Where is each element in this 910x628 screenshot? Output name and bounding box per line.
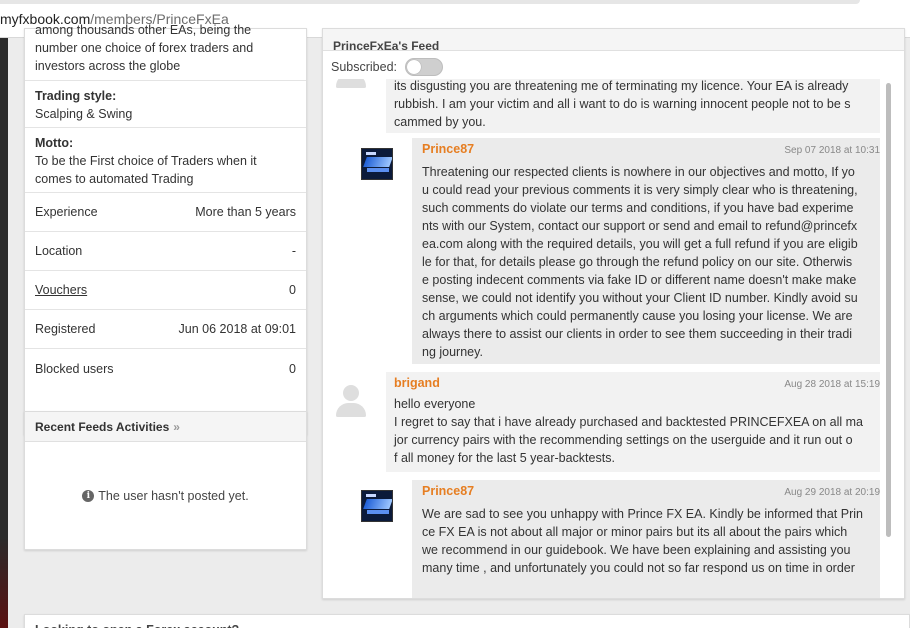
trading-style-row: Trading style: Scalping & Swing <box>25 81 306 128</box>
open-account-title: Looking to open a Forex account? <box>25 615 909 628</box>
window-edge-accent <box>0 538 8 628</box>
avatar[interactable] <box>334 384 368 418</box>
comments-list[interactable]: its disgusting you are threatening me of… <box>331 79 884 598</box>
comment-body: brigand Aug 28 2018 at 15:19 hello every… <box>386 372 880 472</box>
profile-description-text: among thousands other EAs, being the num… <box>35 23 254 73</box>
avatar <box>334 79 368 89</box>
comment-line: cammed by you. <box>394 115 486 129</box>
tab-strip <box>0 0 860 4</box>
comment-timestamp: Aug 29 2018 at 20:19 <box>784 487 880 498</box>
recent-feeds-title[interactable]: Recent Feeds Activities <box>35 420 169 434</box>
feed-panel: PrinceFxEa's Feed Subscribed: its disgus… <box>322 28 905 599</box>
info-icon: i <box>82 489 95 502</box>
reply-body: Prince87 Sep 07 2018 at 10:31 Threatenin… <box>412 138 880 364</box>
reply-item: Prince87 Aug 29 2018 at 20:19 We are sad… <box>331 480 884 598</box>
comment-line: nts with our System, contact our support… <box>422 219 858 233</box>
comment-line: ea.com along with the required details, … <box>422 237 858 251</box>
reply-item: Prince87 Sep 07 2018 at 10:31 Threatenin… <box>331 138 884 364</box>
subscribe-toggle[interactable] <box>405 58 444 76</box>
comment-text: We are sad to see you unhappy with Princ… <box>422 505 882 577</box>
location-value: - <box>291 244 296 258</box>
blocked-users-value: 0 <box>289 361 296 376</box>
recent-feeds-header[interactable]: Recent Feeds Activities » <box>25 412 306 442</box>
registered-row: Registered Jun 06 2018 at 09:01 <box>25 310 306 349</box>
comment-line: rubbish. I am your victim and all i want… <box>394 97 851 111</box>
profile-description: among thousands other EAs, being the num… <box>25 21 306 81</box>
registered-label: Registered <box>35 322 96 336</box>
trading-style-label: Trading style: <box>35 89 117 103</box>
comment-line: We are sad to see you unhappy with Princ… <box>422 507 863 521</box>
comment-timestamp: Sep 07 2018 at 10:31 <box>784 145 880 156</box>
location-label: Location <box>35 244 83 258</box>
comment-author-link[interactable]: Prince87 <box>422 484 474 498</box>
subscribe-row: Subscribed: <box>331 58 444 76</box>
comment-author-link[interactable]: brigand <box>394 376 440 390</box>
comment-line: ch arguments which could permanently cau… <box>422 309 853 323</box>
scrollbar-thumb[interactable] <box>886 83 891 537</box>
page-content[interactable]: among thousands other EAs, being the num… <box>8 23 910 628</box>
comment-line: ce FX EA is not about all major or minor… <box>422 525 848 539</box>
comment-line: le for that, for details please go throu… <box>422 255 853 269</box>
comment-line: sense, we could not identify you without… <box>422 291 858 305</box>
trading-style-value: Scalping & Swing <box>35 107 133 121</box>
comment-text: its disgusting you are threatening me of… <box>394 79 878 131</box>
prince87-avatar[interactable] <box>361 148 393 180</box>
comment-line: e posting indecent comments via fake ID … <box>422 273 857 287</box>
comment-timestamp: Aug 28 2018 at 15:19 <box>784 379 880 390</box>
reply-body: Prince87 Aug 29 2018 at 20:19 We are sad… <box>412 480 882 598</box>
comment-line: always there to assist our clients in or… <box>422 327 853 341</box>
feed-scrollbar[interactable] <box>886 77 892 597</box>
comment-line: jor currency pairs with the recommending… <box>394 433 853 447</box>
comment-line: Threatening our respected clients is now… <box>422 165 855 179</box>
chevron-right-icon[interactable]: » <box>173 420 180 434</box>
experience-label: Experience <box>35 205 98 219</box>
recent-feeds-empty-text: The user hasn't posted yet. <box>98 488 249 503</box>
vouchers-link[interactable]: Vouchers <box>35 283 87 297</box>
comment-line: many time , and unfortunately you could … <box>422 561 855 575</box>
registered-value: Jun 06 2018 at 09:01 <box>178 322 296 336</box>
motto-value: To be the First choice of Traders when i… <box>35 154 257 186</box>
feed-title: PrinceFxEa's Feed <box>333 39 440 51</box>
subscribed-label: Subscribed: <box>331 60 398 74</box>
experience-row: Experience More than 5 years <box>25 193 306 232</box>
prince87-avatar[interactable] <box>361 490 393 522</box>
comment-line: f all money for the last 5 year-backtest… <box>394 451 615 465</box>
comment-item: brigand Aug 28 2018 at 15:19 hello every… <box>331 372 884 472</box>
experience-value: More than 5 years <box>195 205 296 219</box>
comment-line: such comments do violate our terms and c… <box>422 201 854 215</box>
comment-item: its disgusting you are threatening me of… <box>331 79 884 133</box>
comment-author-link[interactable]: Prince87 <box>422 142 474 156</box>
comment-line: hello everyone <box>394 397 476 411</box>
comment-text: hello everyone I regret to say that i ha… <box>394 395 880 467</box>
vouchers-row: Vouchers 0 <box>25 271 306 310</box>
profile-card: among thousands other EAs, being the num… <box>24 23 307 435</box>
feed-header: PrinceFxEa's Feed <box>323 29 904 51</box>
recent-feeds-body: i The user hasn't posted yet. <box>25 442 306 549</box>
window-edge <box>0 38 8 628</box>
comment-line: we recommend in our guidebook. We have b… <box>422 543 851 557</box>
open-account-card: Looking to open a Forex account? <box>24 614 910 628</box>
comment-body: its disgusting you are threatening me of… <box>386 79 880 133</box>
vouchers-value: 0 <box>289 283 296 297</box>
recent-feeds-card: Recent Feeds Activities » i The user has… <box>24 411 307 550</box>
toggle-knob[interactable] <box>407 60 422 74</box>
blocked-users-label: Blocked users <box>35 361 114 376</box>
motto-row: Motto: To be the First choice of Traders… <box>25 128 306 193</box>
comment-line: ng journey. <box>422 345 483 359</box>
motto-label: Motto: <box>35 136 74 150</box>
location-row: Location - <box>25 232 306 271</box>
comment-line: its disgusting you are threatening me of… <box>394 79 849 93</box>
comment-text: Threatening our respected clients is now… <box>422 163 882 361</box>
comment-line: I regret to say that i have already purc… <box>394 415 864 429</box>
comment-line: u could read your previous comments it i… <box>422 183 858 197</box>
blocked-users-row: Blocked users 0 <box>25 349 306 388</box>
